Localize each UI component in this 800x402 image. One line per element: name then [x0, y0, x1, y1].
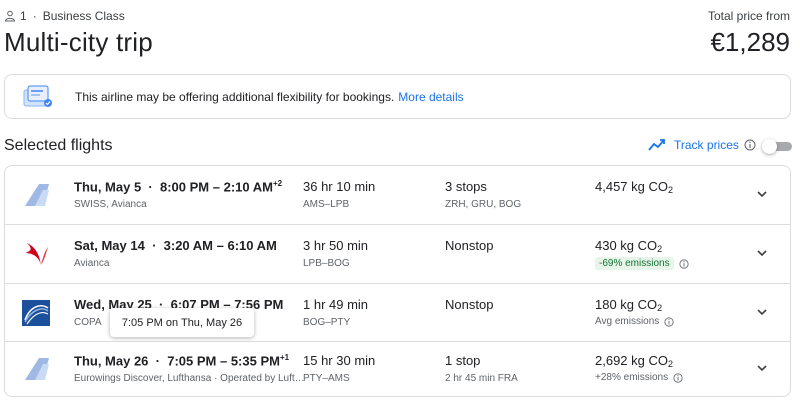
flight-time-range: 8:00 PM – 2:10 AM — [160, 179, 273, 195]
flight-times: Thu, May 26 · 7:05 PM – 5:35 PM+1 — [74, 353, 289, 368]
trending-icon — [648, 139, 665, 151]
emissions-info: Avg emissions — [595, 316, 674, 327]
flight-duration: 3 hr 50 min — [303, 238, 369, 253]
flight-date: Thu, May 5 — [74, 179, 142, 195]
trip-header: 1 · Business Class Multi-city trip — [4, 8, 153, 58]
flight-times: Thu, May 5 · 8:00 PM – 2:10 AM+2 — [74, 179, 282, 194]
flight-duration: 1 hr 49 min — [303, 297, 369, 312]
swiss-tail-icon — [25, 184, 49, 206]
co2-subscript: 2 — [668, 185, 674, 195]
co2-amount: 2,692 kg CO2 — [595, 353, 673, 369]
separator-dot: · — [152, 353, 164, 369]
flight-duration: 36 hr 10 min — [303, 179, 376, 194]
flexibility-banner: This airline may be offering additional … — [4, 74, 791, 119]
banner-text: This airline may be offering additional … — [75, 89, 395, 104]
flight-stops: Nonstop — [445, 238, 494, 253]
airline-name: SWISS, Avianca — [74, 199, 147, 210]
flight-route: LPB–BOG — [303, 258, 350, 269]
airline-name: COPA — [74, 317, 102, 328]
chevron-down-icon[interactable] — [755, 361, 769, 375]
co2-value: 2,692 kg CO — [595, 353, 668, 368]
departure-tooltip: 7:05 PM on Thu, May 26 — [110, 308, 254, 337]
day-offset: +1 — [279, 353, 290, 362]
co2-subscript: 2 — [657, 303, 663, 313]
price-summary: Total price from €1,289 — [708, 8, 790, 58]
emissions-info: -69% emissions — [595, 257, 689, 270]
flight-stops: 3 stops — [445, 179, 487, 194]
co2-amount: 430 kg CO2 — [595, 238, 662, 254]
flight-times: Sat, May 14 · 3:20 AM – 6:10 AM — [74, 238, 277, 253]
flight-route: PTY–AMS — [303, 373, 350, 384]
flight-duration: 15 hr 30 min — [303, 353, 376, 368]
emissions-badge: -69% emissions — [595, 257, 674, 270]
total-price: €1,289 — [710, 27, 790, 57]
emissions-label: +28% emissions — [595, 372, 669, 383]
stop-details: 2 hr 45 min FRA — [445, 373, 518, 384]
stop-details: ZRH, GRU, BOG — [445, 199, 522, 210]
co2-subscript: 2 — [657, 244, 663, 254]
track-prices-toggle[interactable] — [762, 139, 792, 154]
day-offset: +2 — [272, 179, 283, 188]
chevron-down-icon[interactable] — [755, 246, 769, 260]
flight-route: BOG–PTY — [303, 317, 351, 328]
track-prices[interactable]: Track prices — [648, 138, 756, 152]
chevron-down-icon[interactable] — [755, 187, 769, 201]
flight-stops: Nonstop — [445, 297, 494, 312]
eurowings-tail-icon — [25, 358, 49, 380]
co2-amount: 180 kg CO2 — [595, 297, 662, 313]
chevron-down-icon[interactable] — [755, 305, 769, 319]
co2-subscript: 2 — [668, 359, 674, 369]
flight-stops: 1 stop — [445, 353, 481, 368]
emissions-info: +28% emissions — [595, 372, 683, 383]
info-icon[interactable] — [673, 372, 683, 383]
co2-value: 4,457 kg CO — [595, 179, 668, 194]
airline-name: Avianca — [74, 258, 110, 269]
separator-dot: · — [32, 9, 37, 23]
info-icon[interactable] — [664, 316, 674, 327]
toggle-knob — [762, 139, 777, 154]
info-icon[interactable] — [679, 258, 689, 269]
emissions-label: Avg emissions — [595, 316, 660, 327]
co2-value: 180 kg CO — [595, 297, 658, 312]
flight-route: AMS–LPB — [303, 199, 350, 210]
copa-globe-icon — [22, 300, 50, 326]
ticket-illustration-icon — [23, 85, 52, 107]
info-icon[interactable] — [744, 139, 756, 151]
page-title: Multi-city trip — [4, 27, 153, 57]
flight-row[interactable]: Thu, May 5 · 8:00 PM – 2:10 AM+2 SWISS, … — [5, 166, 790, 224]
flight-row[interactable]: Thu, May 26 · 7:05 PM – 5:35 PM+1 Eurowi… — [5, 340, 790, 398]
passenger-count: 1 — [20, 9, 27, 23]
co2-amount: 4,457 kg CO2 — [595, 179, 673, 195]
co2-value: 430 kg CO — [595, 238, 658, 253]
price-label: Total price from — [707, 9, 790, 23]
airline-name: Eurowings Discover, Lufthansa · Operated… — [74, 373, 305, 384]
separator-dot: · — [144, 179, 157, 195]
person-icon — [4, 10, 16, 22]
flight-row[interactable]: Sat, May 14 · 3:20 AM – 6:10 AM Avianca … — [5, 225, 790, 283]
passenger-summary: 1 · Business Class — [4, 8, 153, 24]
separator-dot: · — [148, 238, 161, 253]
flight-time-range: 7:05 PM – 5:35 PM — [167, 353, 280, 369]
flight-time-range: 3:20 AM – 6:10 AM — [163, 238, 277, 253]
selected-flights-list: Thu, May 5 · 8:00 PM – 2:10 AM+2 SWISS, … — [4, 165, 791, 397]
flight-date: Thu, May 26 — [74, 353, 149, 369]
selected-flights-heading: Selected flights — [4, 137, 113, 154]
track-prices-label[interactable]: Track prices — [674, 138, 739, 152]
cabin-class: Business Class — [42, 9, 125, 23]
flight-date: Sat, May 14 — [74, 238, 145, 253]
more-details-link[interactable]: More details — [398, 90, 463, 104]
avianca-bird-icon — [25, 243, 48, 265]
